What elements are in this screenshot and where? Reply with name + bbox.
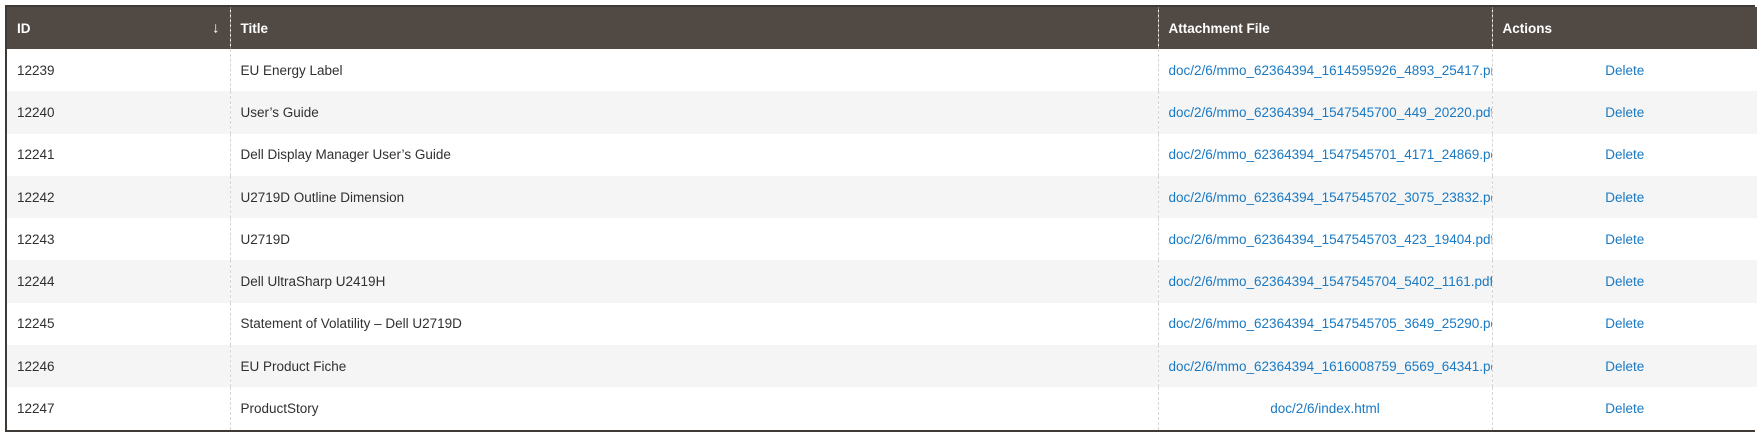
column-header-attachment-file-label: Attachment File (1168, 20, 1270, 36)
attachment-file-link[interactable]: doc/2/6/index.html (1270, 401, 1380, 416)
delete-link[interactable]: Delete (1605, 316, 1644, 331)
attachment-file-link[interactable]: doc/2/6/mmo_62364394_1547545703_423_1940… (1169, 232, 1493, 247)
row-id: 12246 (17, 358, 55, 374)
attachment-file-link[interactable]: doc/2/6/mmo_62364394_1547545701_4171_248… (1169, 147, 1493, 162)
delete-link[interactable]: Delete (1605, 105, 1644, 120)
delete-link[interactable]: Delete (1605, 232, 1644, 247)
row-title: Dell UltraSharp U2419H (229, 260, 1158, 303)
table-row: 12241 Dell Display Manager User’s Guide … (7, 133, 1757, 176)
table-row: 12240 User’s Guide doc/2/6/mmo_62364394_… (7, 91, 1757, 134)
row-title: Dell Display Manager User’s Guide (229, 133, 1158, 176)
attachments-grid: ID ↓ Title Attachment File Actions 12239… (5, 5, 1757, 432)
column-header-id[interactable]: ID ↓ (7, 7, 230, 49)
table-row: 12244 Dell UltraSharp U2419H doc/2/6/mmo… (7, 260, 1757, 303)
attachment-file-link[interactable]: doc/2/6/mmo_62364394_1547545705_3649_252… (1169, 316, 1493, 331)
attachment-file-link[interactable]: doc/2/6/mmo_62364394_1547545704_5402_116… (1169, 274, 1493, 289)
row-title: ProductStory (229, 387, 1158, 430)
column-header-actions: Actions (1491, 7, 1757, 49)
table-row: 12245 Statement of Volatility – Dell U27… (7, 302, 1757, 346)
row-id: 12243 (17, 231, 55, 247)
attachment-file-link[interactable]: doc/2/6/mmo_62364394_1547545700_449_2022… (1169, 105, 1493, 120)
row-id: 12241 (17, 147, 55, 163)
table-row: 12246 EU Product Fiche doc/2/6/mmo_62364… (7, 345, 1757, 388)
delete-link[interactable]: Delete (1605, 190, 1644, 205)
attachment-file-link[interactable]: doc/2/6/mmo_62364394_1616008759_6569_643… (1169, 359, 1493, 374)
column-header-actions-label: Actions (1502, 20, 1553, 36)
delete-link[interactable]: Delete (1605, 401, 1644, 416)
sort-arrow-down-icon: ↓ (212, 19, 220, 37)
table-row: 12243 U2719D doc/2/6/mmo_62364394_154754… (7, 218, 1757, 261)
row-title: U2719D (229, 218, 1158, 261)
table-header-row: ID ↓ Title Attachment File Actions (7, 7, 1757, 49)
row-title: EU Product Fiche (229, 345, 1158, 388)
delete-link[interactable]: Delete (1605, 359, 1644, 374)
row-title: Statement of Volatility – Dell U2719D (229, 302, 1158, 346)
table-row: 12247 ProductStory doc/2/6/index.html De… (7, 387, 1757, 430)
attachment-file-link[interactable]: doc/2/6/mmo_62364394_1614595926_4893_254… (1169, 63, 1493, 78)
column-header-attachment-file[interactable]: Attachment File (1157, 7, 1492, 49)
column-header-title-label: Title (240, 20, 269, 36)
table-row: 12242 U2719D Outline Dimension doc/2/6/m… (7, 175, 1757, 219)
attachments-table: ID ↓ Title Attachment File Actions 12239… (7, 7, 1757, 430)
column-header-title[interactable]: Title (229, 7, 1158, 49)
attachment-file-link[interactable]: doc/2/6/mmo_62364394_1547545702_3075_238… (1169, 190, 1493, 205)
column-header-id-label: ID (17, 20, 31, 36)
row-id: 12240 (17, 104, 55, 120)
row-id: 12247 (17, 401, 55, 417)
table-row: 12239 EU Energy Label doc/2/6/mmo_623643… (7, 49, 1757, 92)
row-title: EU Energy Label (229, 49, 1158, 92)
row-id: 12244 (17, 274, 55, 290)
row-id: 12242 (17, 189, 55, 205)
delete-link[interactable]: Delete (1605, 274, 1644, 289)
row-id: 12245 (17, 316, 55, 332)
row-title: User’s Guide (229, 91, 1158, 134)
delete-link[interactable]: Delete (1605, 63, 1644, 78)
row-id: 12239 (17, 62, 55, 78)
row-title: U2719D Outline Dimension (229, 175, 1158, 219)
delete-link[interactable]: Delete (1605, 147, 1644, 162)
